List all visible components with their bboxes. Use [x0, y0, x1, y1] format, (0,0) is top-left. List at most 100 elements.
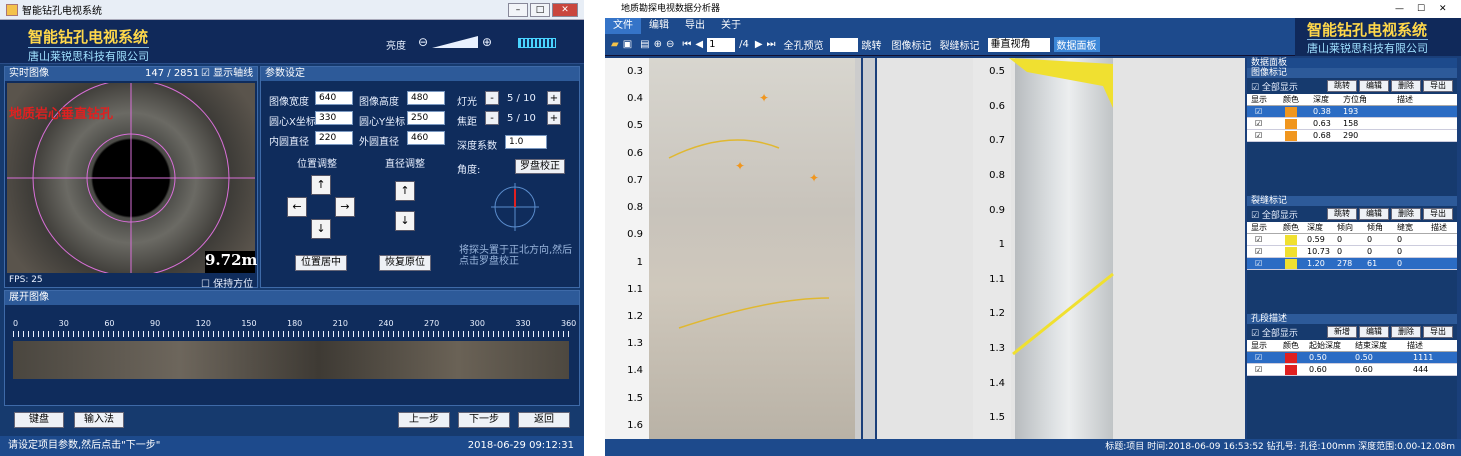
table-row[interactable]: ☑ 0.63 158	[1247, 118, 1457, 130]
close-button[interactable]: ✕	[1439, 0, 1447, 18]
hole-desc-btn[interactable]: 导出	[1423, 326, 1453, 338]
hole-desc-btn[interactable]: 删除	[1391, 326, 1421, 338]
brightness-minus-icon[interactable]: ⊖	[418, 35, 428, 49]
up-arrow-button[interactable]: ↑	[311, 175, 331, 195]
close-button[interactable]: ✕	[552, 3, 578, 17]
outer-dia-input[interactable]: 460	[407, 131, 445, 145]
table-row[interactable]: ☑ 0.60 0.60 444	[1247, 364, 1457, 376]
next-button[interactable]: 下一步	[458, 412, 510, 428]
left-window: 智能钻孔电视系统 – □ ✕ 智能钻孔电视系统 唐山莱锐思科技有限公司 亮度 ⊖…	[0, 0, 584, 456]
ime-button[interactable]: 输入法	[74, 412, 124, 428]
crack-mark-button[interactable]: 裂缝标记	[940, 37, 980, 52]
angle-tick-label: 30	[58, 319, 69, 328]
img-height-input[interactable]: 480	[407, 91, 445, 105]
brightness-plus-icon[interactable]: ⊕	[482, 35, 492, 49]
keep-orientation-checkbox[interactable]: ☐ 保持方位	[201, 275, 253, 290]
prev-button[interactable]: 上一步	[398, 412, 450, 428]
right-arrow-button[interactable]: →	[335, 197, 355, 217]
maximize-button[interactable]: ☐	[1417, 0, 1425, 18]
restore-button[interactable]: 恢复原位	[379, 255, 431, 271]
dia-down-button[interactable]: ↓	[395, 211, 415, 231]
jump-input[interactable]	[829, 37, 858, 52]
down-arrow-button[interactable]: ↓	[311, 219, 331, 239]
crack-marks-btn[interactable]: 编辑	[1359, 208, 1389, 220]
hole-desc-btn[interactable]: 新增	[1327, 326, 1357, 338]
crack-marks-btn[interactable]: 删除	[1391, 208, 1421, 220]
image-marks-show-all-checkbox[interactable]: ☑ 全部显示	[1251, 80, 1298, 93]
row-checkbox[interactable]: ☑	[1255, 106, 1262, 118]
image-marks-btn[interactable]: 删除	[1391, 80, 1421, 92]
zoom-in-icon[interactable]: ⊕	[654, 39, 662, 50]
view-select[interactable]: 垂直视角	[987, 37, 1050, 52]
row-checkbox[interactable]: ☑	[1255, 352, 1262, 364]
open-folder-icon[interactable]: ▰	[611, 39, 619, 50]
last-page-icon[interactable]: ⏭	[767, 39, 776, 50]
cy-input[interactable]: 250	[407, 111, 445, 125]
light-minus-button[interactable]: -	[485, 91, 499, 105]
light-plus-button[interactable]: +	[547, 91, 561, 105]
color-swatch	[1285, 119, 1297, 129]
jump-button[interactable]: 跳转	[862, 37, 882, 52]
inner-dia-input[interactable]: 220	[315, 131, 353, 145]
hole-desc-show-all-checkbox[interactable]: ☑ 全部显示	[1251, 326, 1298, 339]
keyboard-button[interactable]: 键盘	[14, 412, 64, 428]
row-checkbox[interactable]: ☑	[1255, 118, 1262, 130]
page-total: /4	[739, 39, 749, 50]
menu-about[interactable]: 关于	[713, 18, 749, 34]
zoom-out-icon[interactable]: ⊖	[666, 39, 674, 50]
hole-desc-btn[interactable]: 编辑	[1359, 326, 1389, 338]
chart-icon[interactable]: ▤	[640, 39, 649, 50]
show-axis-checkbox[interactable]: ☑ 显示轴线	[201, 67, 253, 81]
crack-marks-toolbar: ☑ 全部显示 跳转 编辑 删除 导出	[1247, 206, 1457, 222]
table-row[interactable]: ☑ 0.68 290	[1247, 130, 1457, 142]
dia-up-button[interactable]: ↑	[395, 181, 415, 201]
cx-input[interactable]: 330	[315, 111, 353, 125]
row-checkbox[interactable]: ☑	[1255, 246, 1262, 258]
first-page-icon[interactable]: ⏮	[682, 39, 691, 50]
table-row[interactable]: ☑ 10.73 0 0 0	[1247, 246, 1457, 258]
image-mark-button[interactable]: 图像标记	[892, 37, 932, 52]
row-checkbox[interactable]: ☑	[1255, 234, 1262, 246]
row-checkbox[interactable]: ☑	[1255, 130, 1262, 142]
minimize-button[interactable]: —	[1395, 0, 1404, 18]
crack-marks-btn[interactable]: 跳转	[1327, 208, 1357, 220]
left-arrow-button[interactable]: ←	[287, 197, 307, 217]
compass-calibrate-button[interactable]: 罗盘校正	[515, 159, 565, 174]
table-row[interactable]: ☑ 0.50 0.50 1111	[1247, 352, 1457, 364]
focus-plus-button[interactable]: +	[547, 111, 561, 125]
img-width-input[interactable]: 640	[315, 91, 353, 105]
data-panel-button[interactable]: 数据面板	[1053, 37, 1100, 52]
table-row[interactable]: ☑ 0.59 0 0 0	[1247, 234, 1457, 246]
full-preview-label[interactable]: 全孔预览	[784, 37, 824, 52]
unrolled-header: 展开图像	[5, 291, 579, 305]
next-page-icon[interactable]: ▶	[755, 39, 763, 50]
center-button[interactable]: 位置居中	[295, 255, 347, 271]
depth-coef-input[interactable]: 1.0	[505, 135, 547, 149]
prev-page-icon[interactable]: ◀	[695, 39, 703, 50]
back-button[interactable]: 返回	[518, 412, 570, 428]
angle-tick-label: 270	[424, 319, 440, 328]
angle-tick-label: 60	[104, 319, 115, 328]
crack-marks-show-all-checkbox[interactable]: ☑ 全部显示	[1251, 208, 1298, 221]
window-title: 地质勘探电视数据分析器	[621, 4, 721, 14]
image-marks-btn[interactable]: 导出	[1423, 80, 1453, 92]
depth-tick-label: 0.6	[627, 147, 643, 159]
brightness-slider[interactable]	[432, 35, 478, 49]
menu-edit[interactable]: 编辑	[641, 18, 677, 34]
row-checkbox[interactable]: ☑	[1255, 258, 1262, 270]
maximize-button[interactable]: □	[530, 3, 550, 17]
menu-export[interactable]: 导出	[677, 18, 713, 34]
table-row[interactable]: ☑ 0.38 193	[1247, 106, 1457, 118]
image-marks-btn[interactable]: 编辑	[1359, 80, 1389, 92]
image-marks-btn[interactable]: 跳转	[1327, 80, 1357, 92]
battery-icon	[518, 38, 556, 48]
minimize-button[interactable]: –	[508, 3, 528, 17]
page-select[interactable]: 1	[707, 37, 736, 52]
menu-file[interactable]: 文件	[605, 18, 641, 34]
vertical-scrollbar[interactable]	[863, 58, 875, 439]
focus-minus-button[interactable]: -	[485, 111, 499, 125]
crack-marks-btn[interactable]: 导出	[1423, 208, 1453, 220]
row-checkbox[interactable]: ☑	[1255, 364, 1262, 376]
save-icon[interactable]: ▣	[623, 39, 632, 50]
table-row[interactable]: ☑ 1.20 278 61 0	[1247, 258, 1457, 270]
